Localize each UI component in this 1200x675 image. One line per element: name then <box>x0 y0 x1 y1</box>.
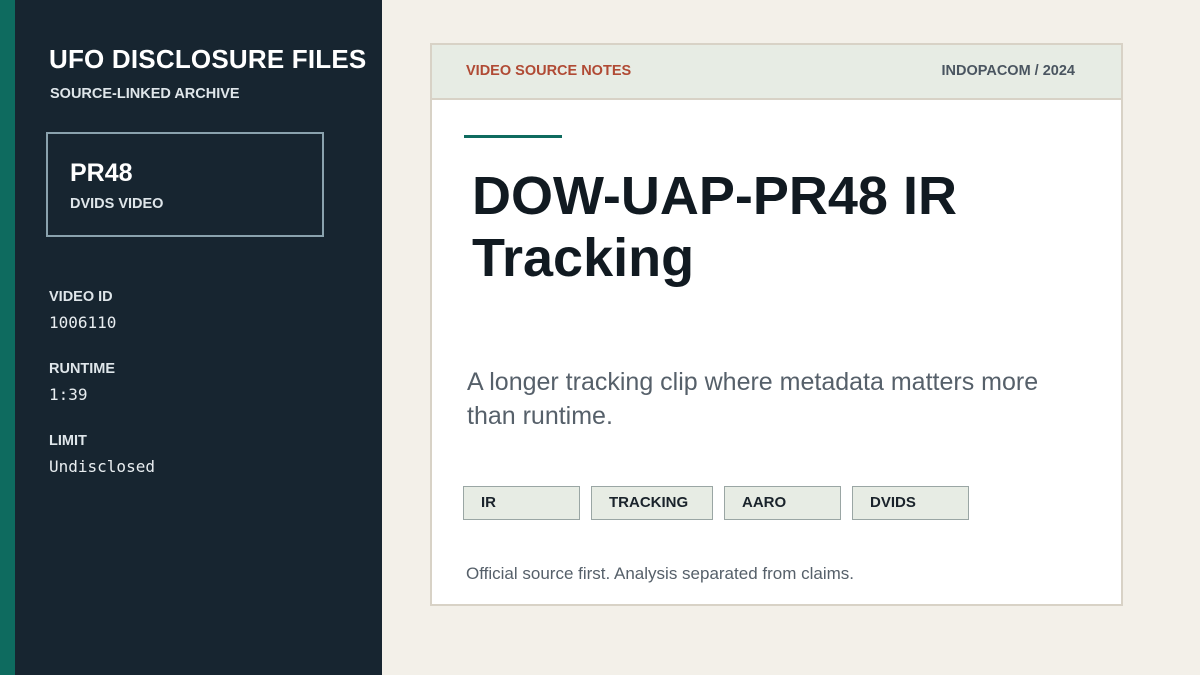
video-title: DOW-UAP-PR48 IR Tracking <box>472 166 957 288</box>
runtime-value: 1:39 <box>49 385 88 404</box>
video-type: DVIDS VIDEO <box>70 196 164 212</box>
video-id-card: PR48 DVIDS VIDEO <box>46 132 324 237</box>
accent-strip <box>0 0 15 675</box>
runtime-label: RUNTIME <box>49 361 116 377</box>
accent-rule <box>464 135 562 138</box>
site-title: UFO DISCLOSURE FILES <box>49 44 367 74</box>
tag-tracking[interactable]: TRACKING <box>591 486 713 520</box>
card-header: VIDEO SOURCE NOTES INDOPACOM / 2024 <box>432 45 1121 100</box>
tag-dvids[interactable]: DVIDS <box>852 486 969 520</box>
sidebar: UFO DISCLOSURE FILES SOURCE-LINKED ARCHI… <box>15 0 382 675</box>
video-id-label: VIDEO ID <box>49 289 113 305</box>
source-notes-card: VIDEO SOURCE NOTES INDOPACOM / 2024 DOW-… <box>430 43 1123 606</box>
tag-ir[interactable]: IR <box>463 486 580 520</box>
source-footnote: Official source first. Analysis separate… <box>466 564 854 583</box>
limit-label: LIMIT <box>49 433 87 449</box>
section-label: VIDEO SOURCE NOTES <box>466 63 632 79</box>
site-subtitle: SOURCE-LINKED ARCHIVE <box>50 86 240 102</box>
video-description: A longer tracking clip where metadata ma… <box>467 368 1039 430</box>
video-id-value: 1006110 <box>49 313 117 332</box>
limit-value: Undisclosed <box>49 457 155 476</box>
tag-aaro[interactable]: AARO <box>724 486 841 520</box>
command-year-label: INDOPACOM / 2024 <box>941 63 1076 79</box>
video-code: PR48 <box>70 159 133 187</box>
